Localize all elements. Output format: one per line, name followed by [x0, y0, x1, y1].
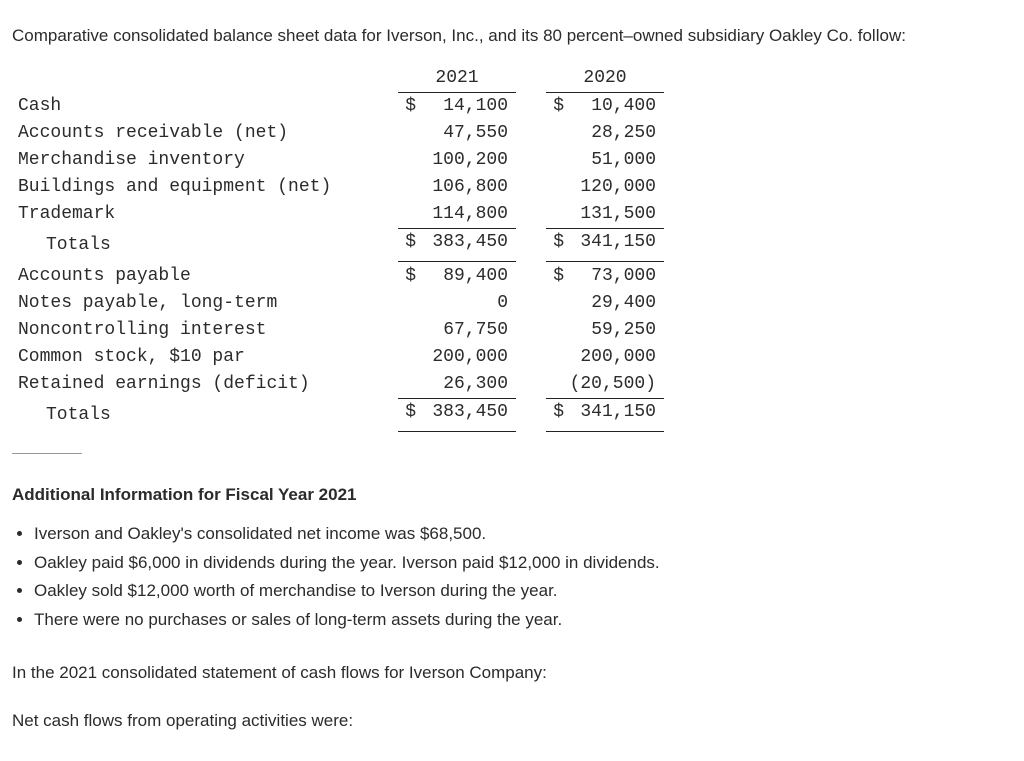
table-row: Noncontrolling interest 67,750 59,250 — [18, 317, 664, 344]
table-row: Cash $ 14,100 $ 10,400 — [18, 92, 664, 120]
table-row: Accounts payable $ 89,400 $ 73,000 — [18, 263, 664, 290]
cell-value: 0 — [418, 290, 516, 317]
table-row: Retained earnings (deficit) 26,300 (20,5… — [18, 371, 664, 399]
table-row-total: Totals $ 383,450 $ 341,150 — [18, 228, 664, 259]
row-label: Buildings and equipment (net) — [18, 174, 398, 201]
cell-value: 14,100 — [418, 92, 516, 120]
cell-value: 51,000 — [566, 147, 664, 174]
table-row: Trademark 114,800 131,500 — [18, 201, 664, 229]
question-stem: In the 2021 consolidated statement of ca… — [12, 660, 1012, 686]
currency-symbol: $ — [546, 228, 566, 259]
list-item: Oakley paid $6,000 in dividends during t… — [34, 550, 1012, 576]
row-label: Cash — [18, 92, 398, 120]
list-item: There were no purchases or sales of long… — [34, 607, 1012, 633]
additional-info-list: Iverson and Oakley's consolidated net in… — [12, 521, 1012, 632]
table-row: Notes payable, long-term 0 29,400 — [18, 290, 664, 317]
cell-value: 29,400 — [566, 290, 664, 317]
table-row: Accounts receivable (net) 47,550 28,250 — [18, 120, 664, 147]
cell-value: 89,400 — [418, 263, 516, 290]
cell-value: 341,150 — [566, 398, 664, 429]
row-label: Trademark — [18, 201, 398, 229]
cell-value: 67,750 — [418, 317, 516, 344]
row-label: Merchandise inventory — [18, 147, 398, 174]
currency-symbol: $ — [546, 398, 566, 429]
cell-value: 10,400 — [566, 92, 664, 120]
cell-value: 383,450 — [418, 398, 516, 429]
table-row: Buildings and equipment (net) 106,800 12… — [18, 174, 664, 201]
table-row: Common stock, $10 par 200,000 200,000 — [18, 344, 664, 371]
cell-value: 131,500 — [566, 201, 664, 229]
currency-symbol: $ — [398, 92, 418, 120]
cell-value: 100,200 — [418, 147, 516, 174]
cell-value: 47,550 — [418, 120, 516, 147]
list-item: Iverson and Oakley's consolidated net in… — [34, 521, 1012, 547]
table-row-total: Totals $ 383,450 $ 341,150 — [18, 398, 664, 429]
row-label: Notes payable, long-term — [18, 290, 398, 317]
cell-value: 200,000 — [418, 344, 516, 371]
cell-value: 114,800 — [418, 201, 516, 229]
cell-value: 73,000 — [566, 263, 664, 290]
row-label: Accounts payable — [18, 263, 398, 290]
table-row: Merchandise inventory 100,200 51,000 — [18, 147, 664, 174]
currency-symbol: $ — [546, 263, 566, 290]
cell-value: 26,300 — [418, 371, 516, 399]
currency-symbol: $ — [398, 263, 418, 290]
row-label: Accounts receivable (net) — [18, 120, 398, 147]
cell-value: 200,000 — [566, 344, 664, 371]
row-label: Common stock, $10 par — [18, 344, 398, 371]
currency-symbol: $ — [398, 228, 418, 259]
question-prompt: Net cash flows from operating activities… — [12, 708, 1012, 734]
cell-value: (20,500) — [566, 371, 664, 399]
row-label: Totals — [18, 405, 111, 425]
list-item: Oakley sold $12,000 worth of merchandise… — [34, 578, 1012, 604]
intro-text: Comparative consolidated balance sheet d… — [12, 23, 1012, 49]
balance-sheet-table: 2021 2020 Cash $ 14,100 $ 10,400 Account… — [18, 65, 664, 429]
cell-value: 120,000 — [566, 174, 664, 201]
row-label: Noncontrolling interest — [18, 317, 398, 344]
currency-symbol: $ — [398, 398, 418, 429]
col-header-2020: 2020 — [546, 65, 664, 93]
additional-info-heading: Additional Information for Fiscal Year 2… — [12, 482, 1012, 508]
divider — [12, 453, 82, 454]
cell-value: 28,250 — [566, 120, 664, 147]
col-header-2021: 2021 — [398, 65, 516, 93]
row-label: Totals — [18, 235, 111, 255]
cell-value: 341,150 — [566, 228, 664, 259]
currency-symbol: $ — [546, 92, 566, 120]
cell-value: 59,250 — [566, 317, 664, 344]
cell-value: 383,450 — [418, 228, 516, 259]
row-label: Retained earnings (deficit) — [18, 371, 398, 399]
cell-value: 106,800 — [418, 174, 516, 201]
